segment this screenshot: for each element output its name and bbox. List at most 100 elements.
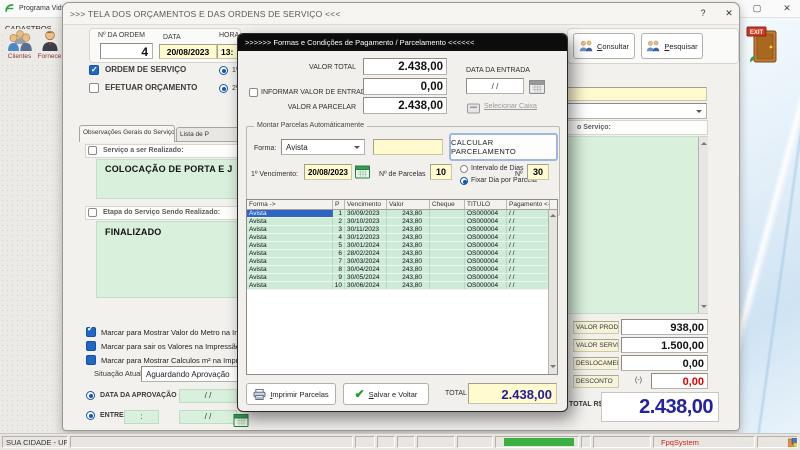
calcular-parcelamento-button[interactable]: CALCULAR PARCELAMENTO: [449, 133, 558, 161]
progress-fill: [504, 438, 574, 446]
parcela-row[interactable]: Avista 1 30/09/2023 243,80 OS000004 / /: [247, 210, 557, 218]
header-pagamento[interactable]: Pagamento <-: [507, 200, 550, 209]
parcela-row[interactable]: Avista 8 30/04/2024 243,80 OS000004 / /: [247, 266, 557, 274]
entrega-time-field[interactable]: :: [124, 410, 159, 424]
data-entrada-field[interactable]: / /: [466, 78, 524, 94]
imprimir-parcelas-button[interactable]: Imprimir Parcelas: [246, 383, 336, 405]
efetuar-orcamento-checkbox[interactable]: [89, 83, 99, 93]
header-vencimento[interactable]: Vencimento: [345, 200, 387, 209]
n-parcelas-field[interactable]: 10: [430, 164, 452, 180]
cell-cheque: [430, 218, 465, 225]
cell-valor: 243,80: [387, 250, 430, 257]
header-forma[interactable]: Forma ->: [247, 200, 333, 209]
etapa-checkbox[interactable]: [88, 208, 97, 217]
help-icon[interactable]: ?: [694, 8, 712, 21]
textarea-scrollbar[interactable]: [698, 137, 708, 313]
vencimento-calendar-icon[interactable]: [355, 164, 370, 184]
entrega-date-field[interactable]: / /: [179, 410, 237, 424]
via1-radio[interactable]: [219, 66, 228, 75]
vencimento-label: 1º Vencimento:: [251, 171, 298, 178]
parcela-row[interactable]: Avista 5 30/01/2024 243,80 OS000004 / /: [247, 242, 557, 250]
aprovacao-date-field[interactable]: / /: [179, 389, 237, 403]
aprovacao-radio[interactable]: [86, 391, 95, 400]
cell-p: 7: [333, 258, 345, 265]
fixar-dia-radio[interactable]: [460, 177, 468, 185]
header-p[interactable]: P: [333, 200, 345, 209]
entrega-calendar-icon[interactable]: [233, 413, 249, 432]
intervalo-dias-radio[interactable]: [460, 165, 468, 173]
via2-radio[interactable]: [219, 84, 228, 93]
modal-total-label: TOTAL: [445, 390, 467, 397]
parcela-row[interactable]: Avista 4 30/12/2023 243,80 OS000004 / /: [247, 234, 557, 242]
print-option-checkbox[interactable]: [86, 355, 96, 365]
order-date-field[interactable]: 20/08/2023: [159, 44, 217, 59]
print-option-checkbox[interactable]: [86, 341, 96, 351]
parcela-row[interactable]: Avista 10 30/06/2024 243,80 OS000004 / /: [247, 282, 557, 290]
scroll-up-icon[interactable]: [700, 139, 707, 145]
cell-forma: Avista: [247, 226, 333, 233]
cell-pagamento: / /: [507, 226, 550, 233]
valor-produtos-strip: VALOR PRODUTOS: [573, 321, 619, 334]
forma-extra-field[interactable]: [373, 139, 443, 155]
close-icon[interactable]: ✕: [779, 2, 795, 15]
salvar-voltar-button[interactable]: ✔ Salvar e Voltar: [343, 383, 429, 405]
informar-entrada-checkbox[interactable]: [249, 88, 258, 97]
cell-vencimento: 28/02/2024: [345, 250, 387, 257]
window-close-icon[interactable]: ✕: [720, 8, 738, 21]
tab-observacoes[interactable]: Observações Gerais do Serviço ->: [79, 125, 175, 142]
exit-button[interactable]: EXIT: [744, 26, 788, 68]
ordem-servico-checkbox[interactable]: [89, 65, 99, 75]
header-valor[interactable]: Valor: [387, 200, 430, 209]
servico-checkbox[interactable]: [88, 146, 97, 155]
status-segment: [581, 436, 591, 448]
cell-titulo: OS000004: [465, 282, 507, 289]
status-progress: [495, 436, 579, 448]
valor-entrada-field[interactable]: 0,00: [363, 78, 447, 95]
data-entrada-label: DATA DA ENTRADA: [466, 67, 530, 74]
order-number-field[interactable]: 4: [100, 43, 153, 59]
forma-select[interactable]: Avista: [281, 139, 365, 155]
maximize-icon[interactable]: ▢: [749, 2, 765, 15]
valor-total-label: VALOR TOTAL: [309, 64, 356, 71]
cell-cheque: [430, 226, 465, 233]
header-titulo[interactable]: TITULO: [465, 200, 507, 209]
cell-vencimento: 30/04/2024: [345, 266, 387, 273]
data-entrada-calendar-icon[interactable]: [529, 79, 545, 99]
scroll-down-icon[interactable]: [550, 365, 556, 371]
chevron-down-icon: [696, 110, 702, 116]
cell-forma: Avista: [247, 258, 333, 265]
selecionar-caixa-button[interactable]: Selecionar Caixa: [484, 103, 537, 111]
parcela-row[interactable]: Avista 3 30/11/2023 243,80 OS000004 / /: [247, 226, 557, 234]
n-dia-field[interactable]: 30: [527, 164, 549, 180]
clientes-button[interactable]: Clientes: [4, 29, 35, 65]
header-cheque[interactable]: Cheque: [430, 200, 465, 209]
parcela-row[interactable]: Avista 7 30/03/2024 243,80 OS000004 / /: [247, 258, 557, 266]
vencimento-field[interactable]: 20/08/2023: [304, 164, 352, 180]
situacao-label: Situação Atual: [94, 369, 142, 378]
valor-parcelar-label: VALOR A PARCELAR: [287, 104, 356, 111]
cell-titulo: OS000004: [465, 210, 507, 217]
pesquisar-button[interactable]: Pesquisar: [641, 33, 703, 59]
scroll-down-icon[interactable]: [700, 305, 707, 311]
cell-pagamento: / /: [507, 258, 550, 265]
pesquisar-label: Pesquisar: [664, 41, 698, 51]
scroll-up-icon[interactable]: [550, 211, 556, 217]
fornecedores-button[interactable]: Fornece: [36, 29, 63, 65]
table-scrollbar[interactable]: [548, 210, 557, 374]
entrega-radio[interactable]: [86, 411, 95, 420]
cell-titulo: OS000004: [465, 258, 507, 265]
parcela-row[interactable]: Avista 2 30/10/2023 243,80 OS000004 / /: [247, 218, 557, 226]
cell-valor: 243,80: [387, 226, 430, 233]
deslocamento-field: 0,00: [621, 355, 708, 371]
desconto-strip: DESCONTO: [573, 375, 619, 388]
aprovacao-label: DATA DA APROVAÇÃO: [100, 392, 177, 399]
cell-p: 1: [333, 210, 345, 217]
deslocamento-strip: DESLOCAMENTO: [573, 357, 619, 370]
parcela-row[interactable]: Avista 6 28/02/2024 243,80 OS000004 / /: [247, 250, 557, 258]
consultar-button[interactable]: Consultar: [573, 33, 635, 59]
parcela-row[interactable]: Avista 9 30/05/2024 243,80 OS000004 / /: [247, 274, 557, 282]
efetuar-orcamento-label: EFETUAR ORÇAMENTO: [105, 83, 198, 92]
cell-valor: 243,80: [387, 210, 430, 217]
app-title: Programa Vidra: [19, 5, 68, 12]
print-option-label: Marcar para sair os Valores na Impressão: [101, 341, 241, 351]
